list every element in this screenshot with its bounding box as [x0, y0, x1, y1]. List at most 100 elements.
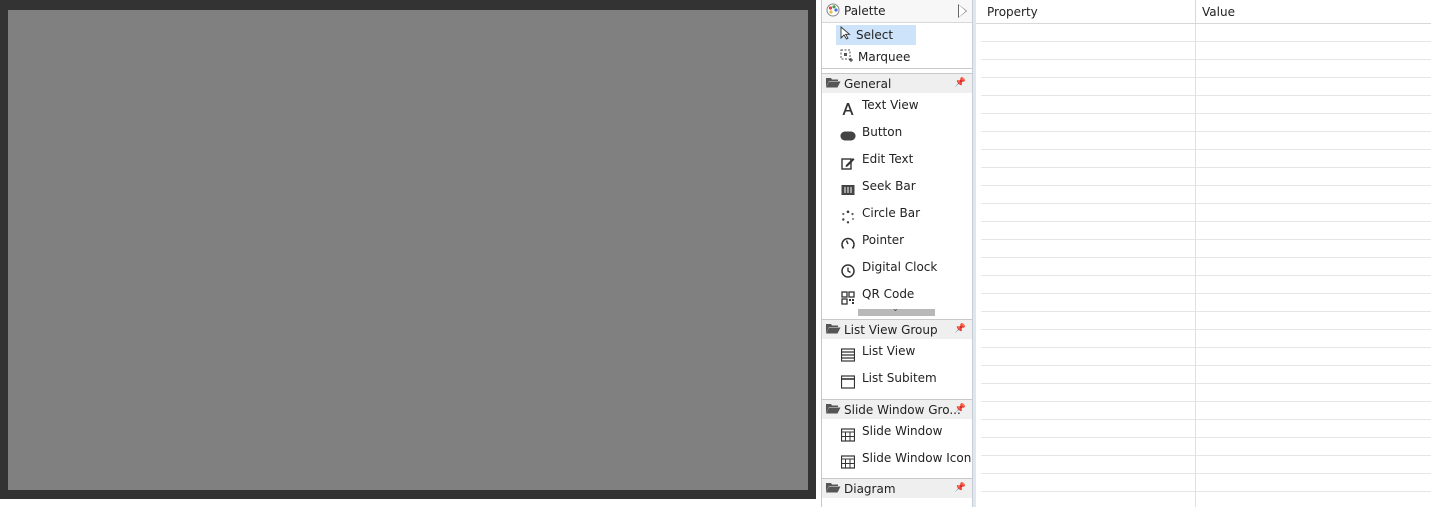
value-cell	[1196, 258, 1431, 275]
palette-item-text-view[interactable]: Text View	[822, 93, 972, 120]
table-row[interactable]	[981, 186, 1431, 204]
value-cell	[1196, 204, 1431, 221]
table-row[interactable]	[981, 438, 1431, 456]
circle-bar-icon	[840, 209, 856, 225]
table-row[interactable]	[981, 366, 1431, 384]
property-cell	[981, 114, 1196, 131]
table-row[interactable]	[981, 420, 1431, 438]
list-subitem-icon	[840, 374, 856, 390]
group-list-view-header[interactable]: List View Group 📌	[822, 319, 972, 339]
table-row[interactable]	[981, 348, 1431, 366]
value-cell	[1196, 420, 1431, 437]
table-row[interactable]	[981, 240, 1431, 258]
pin-icon[interactable]: 📌	[955, 324, 966, 334]
value-cell	[1196, 402, 1431, 419]
palette-item-digital-clock[interactable]: Digital Clock	[822, 255, 972, 282]
properties-table: Property Value	[976, 0, 1431, 507]
property-cell	[981, 186, 1196, 203]
palette-item-circle-bar[interactable]: Circle Bar	[822, 201, 972, 228]
property-cell	[981, 294, 1196, 311]
table-row[interactable]	[981, 294, 1431, 312]
value-cell	[1196, 60, 1431, 77]
table-row[interactable]	[981, 492, 1431, 507]
design-canvas[interactable]	[8, 10, 808, 490]
palette-title: Palette	[844, 4, 886, 18]
palette-item-list-subitem[interactable]: List Subitem	[822, 366, 972, 393]
property-cell	[981, 96, 1196, 113]
table-row[interactable]	[981, 24, 1431, 42]
table-row[interactable]	[981, 402, 1431, 420]
value-cell	[1196, 492, 1431, 507]
value-cell	[1196, 348, 1431, 365]
chevron-down-icon: ⌄	[892, 304, 899, 313]
property-cell	[981, 474, 1196, 491]
table-row[interactable]	[981, 132, 1431, 150]
group-diagram-header[interactable]: Diagram 📌	[822, 478, 972, 498]
value-cell	[1196, 384, 1431, 401]
value-cell	[1196, 150, 1431, 167]
property-cell	[981, 312, 1196, 329]
pin-icon[interactable]: 📌	[955, 78, 966, 88]
qr-code-icon	[840, 290, 856, 306]
property-cell	[981, 276, 1196, 293]
table-row[interactable]	[981, 222, 1431, 240]
palette-item-list-view[interactable]: List View	[822, 339, 972, 366]
table-row[interactable]	[981, 114, 1431, 132]
palette-item-seek-bar[interactable]: Seek Bar	[822, 174, 972, 201]
palette-icon	[826, 3, 840, 20]
property-cell	[981, 366, 1196, 383]
table-row[interactable]	[981, 474, 1431, 492]
tool-marquee[interactable]: Marquee	[822, 46, 972, 69]
table-row[interactable]	[981, 276, 1431, 294]
property-cell	[981, 258, 1196, 275]
table-row[interactable]	[981, 60, 1431, 78]
seek-bar-icon	[840, 182, 856, 198]
column-header-property[interactable]: Property	[976, 0, 1196, 23]
value-cell	[1196, 168, 1431, 185]
folder-open-icon	[825, 481, 841, 496]
palette-panel: Palette Select Marquee General 📌 Text Vi…	[821, 0, 972, 507]
value-cell	[1196, 240, 1431, 257]
palette-item-slide-window-icon[interactable]: Slide Window Icon	[822, 446, 972, 473]
table-row[interactable]	[981, 204, 1431, 222]
palette-item-edit-text[interactable]: Edit Text	[822, 147, 972, 174]
editor-window: Palette Select Marquee General 📌 Text Vi…	[0, 0, 1431, 507]
value-cell	[1196, 474, 1431, 491]
value-cell	[1196, 276, 1431, 293]
group-slide-window-header[interactable]: Slide Window Gro... 📌	[822, 399, 972, 419]
property-cell	[981, 222, 1196, 239]
tool-select[interactable]: Select	[822, 23, 972, 46]
property-cell	[981, 204, 1196, 221]
table-row[interactable]	[981, 150, 1431, 168]
table-row[interactable]	[981, 384, 1431, 402]
folder-open-icon	[825, 322, 841, 337]
table-row[interactable]	[981, 312, 1431, 330]
palette-item-button[interactable]: Button	[822, 120, 972, 147]
property-cell	[981, 78, 1196, 95]
property-cell	[981, 24, 1196, 41]
group-diagram-label: Diagram	[844, 481, 896, 496]
column-header-value[interactable]: Value	[1196, 0, 1431, 23]
group-general-label: General	[844, 76, 892, 91]
value-cell	[1196, 78, 1431, 95]
pin-icon[interactable]: 📌	[955, 483, 966, 493]
palette-header: Palette	[822, 0, 972, 23]
palette-item-slide-window[interactable]: Slide Window	[822, 419, 972, 446]
tool-marquee-label: Marquee	[858, 50, 911, 64]
property-cell	[981, 456, 1196, 473]
palette-item-pointer[interactable]: Pointer	[822, 228, 972, 255]
property-cell	[981, 240, 1196, 257]
table-row[interactable]	[981, 258, 1431, 276]
table-row[interactable]	[981, 42, 1431, 60]
cursor-icon	[840, 26, 852, 43]
pointer-icon	[840, 236, 856, 252]
group-general-header[interactable]: General 📌	[822, 73, 972, 93]
table-row[interactable]	[981, 456, 1431, 474]
pin-icon[interactable]: 📌	[955, 404, 966, 414]
table-row[interactable]	[981, 78, 1431, 96]
table-row[interactable]	[981, 330, 1431, 348]
table-row[interactable]	[981, 168, 1431, 186]
table-row[interactable]	[981, 96, 1431, 114]
property-cell	[981, 330, 1196, 347]
scroll-more-indicator[interactable]: ⌄	[822, 304, 972, 317]
